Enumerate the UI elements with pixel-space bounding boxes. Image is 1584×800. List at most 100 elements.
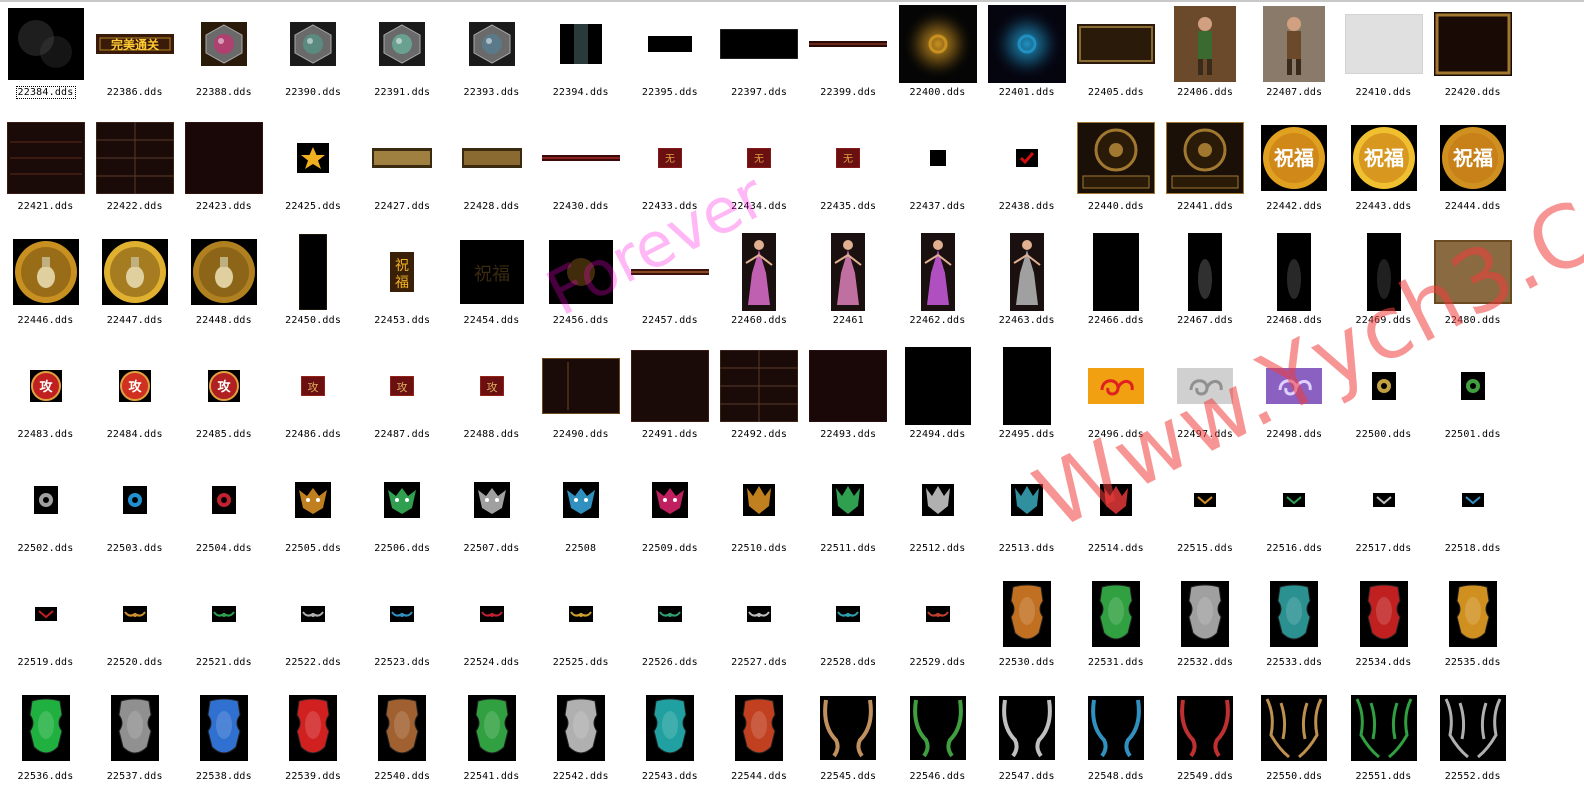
ornate-shield-icon[interactable]	[447, 686, 536, 770]
thumbnail-tile[interactable]: 22456.dds	[536, 230, 625, 344]
thumbnail-tile[interactable]: 22492.dds	[715, 344, 804, 458]
ornate-shield-icon[interactable]	[625, 686, 714, 770]
demon-mask-emblem-icon[interactable]	[358, 458, 447, 542]
purple-swirl-badge-icon[interactable]	[1250, 344, 1339, 428]
thumbnail-tile[interactable]: 22530.dds	[982, 572, 1071, 686]
red-checkmark-icon[interactable]	[982, 116, 1071, 200]
thumbnail-tile[interactable]: 22519.dds	[1, 572, 90, 686]
red-attack-coin-icon[interactable]: 攻	[179, 344, 268, 428]
dark-vertical-panel-icon[interactable]	[1071, 230, 1160, 314]
red-attack-coin-icon[interactable]: 攻	[1, 344, 90, 428]
thumbnail-tile[interactable]: 22501.dds	[1428, 344, 1517, 458]
red-attack-coin-icon[interactable]: 攻	[90, 344, 179, 428]
thumbnail-tile[interactable]: 22480.dds	[1428, 230, 1517, 344]
thumbnail-tile[interactable]: 22428.dds	[447, 116, 536, 230]
small-wing-ornament-icon[interactable]	[893, 572, 982, 656]
spiked-crest-icon[interactable]	[715, 458, 804, 542]
ornate-shield-icon[interactable]	[358, 686, 447, 770]
thumbnail-tile[interactable]: 22525.dds	[536, 572, 625, 686]
thumbnail-tile[interactable]: 22391.dds	[358, 2, 447, 116]
ornate-shield-icon[interactable]	[269, 686, 358, 770]
gold-potion-coin-icon[interactable]	[179, 230, 268, 314]
gold-chinese-title-banner-icon[interactable]: 完美通关	[90, 2, 179, 86]
spiked-crest-icon[interactable]	[804, 458, 893, 542]
thumbnail-tile[interactable]: 祝福 22454.dds	[447, 230, 536, 344]
thumbnail-tile[interactable]: 22505.dds	[269, 458, 358, 572]
thumbnail-tile[interactable]: 攻 22483.dds	[1, 344, 90, 458]
dark-bar-frame-icon[interactable]	[536, 2, 625, 86]
thumbnail-tile[interactable]: 22514.dds	[1071, 458, 1160, 572]
small-wing-ornament-icon[interactable]	[179, 572, 268, 656]
thumbnail-tile[interactable]: 22522.dds	[269, 572, 358, 686]
thumbnail-tile[interactable]: 22462.dds	[893, 230, 982, 344]
demon-mask-emblem-icon[interactable]	[447, 458, 536, 542]
small-chevron-icon[interactable]	[1428, 458, 1517, 542]
dancer-figure-icon[interactable]	[982, 230, 1071, 314]
small-wing-ornament-icon[interactable]	[358, 572, 447, 656]
dancer-figure-icon[interactable]	[804, 230, 893, 314]
thumbnail-tile[interactable]: 祝福 22442.dds	[1250, 116, 1339, 230]
thumbnail-tile[interactable]: 22394.dds	[536, 2, 625, 116]
small-wing-ornament-icon[interactable]	[90, 572, 179, 656]
thumbnail-tile[interactable]: 22438.dds	[982, 116, 1071, 230]
dark-vertical-bar-icon[interactable]	[269, 230, 358, 314]
small-amulet-icon[interactable]	[1428, 344, 1517, 428]
thumbnail-tile[interactable]: 22390.dds	[269, 2, 358, 116]
faint-silhouette-icon[interactable]	[1250, 230, 1339, 314]
thumbnail-tile[interactable]: 22500.dds	[1339, 344, 1428, 458]
thumbnail-tile[interactable]: 22507.dds	[447, 458, 536, 572]
thumbnail-tile[interactable]: 22523.dds	[358, 572, 447, 686]
thumbnail-tile[interactable]: 22406.dds	[1161, 2, 1250, 116]
demon-mask-emblem-icon[interactable]	[625, 458, 714, 542]
red-attack-tag-icon[interactable]: 攻	[447, 344, 536, 428]
red-attack-tag-icon[interactable]: 攻	[269, 344, 358, 428]
thumbnail-tile[interactable]: 22497.dds	[1161, 344, 1250, 458]
thumbnail-tile[interactable]: 22437.dds	[893, 116, 982, 230]
thumbnail-tile[interactable]: 22397.dds	[715, 2, 804, 116]
thumbnail-tile[interactable]: 22547.dds	[982, 686, 1071, 800]
thumbnail-tile[interactable]: 22536.dds	[1, 686, 90, 800]
thumbnail-tile[interactable]: 22539.dds	[269, 686, 358, 800]
black-panel-icon[interactable]	[715, 2, 804, 86]
thumbnail-tile[interactable]: 22468.dds	[1250, 230, 1339, 344]
thumbnail-tile[interactable]: 22450.dds	[269, 230, 358, 344]
thumbnail-tile[interactable]: 22508	[536, 458, 625, 572]
thumbnail-tile[interactable]: 22441.dds	[1161, 116, 1250, 230]
thumbnail-tile[interactable]: 攻 22484.dds	[90, 344, 179, 458]
horn-frame-icon[interactable]	[1071, 686, 1160, 770]
small-chevron-icon[interactable]	[1161, 458, 1250, 542]
thin-bar-icon[interactable]	[625, 230, 714, 314]
gold-blessing-coin-icon[interactable]: 祝福	[1428, 116, 1517, 200]
thumbnail-tile[interactable]: 22495.dds	[982, 344, 1071, 458]
thumbnail-tile[interactable]: 22550.dds	[1250, 686, 1339, 800]
twin-horn-frame-icon[interactable]	[1250, 686, 1339, 770]
thumbnail-tile[interactable]: 22457.dds	[625, 230, 714, 344]
thumbnail-tile[interactable]: 22401.dds	[982, 2, 1071, 116]
gear-frame-panel-icon[interactable]	[1071, 116, 1160, 200]
dark-split-panel-icon[interactable]	[536, 344, 625, 428]
spiked-crest-icon[interactable]	[982, 458, 1071, 542]
parchment-panel-icon[interactable]	[1428, 230, 1517, 314]
dark-panel-icon[interactable]	[804, 344, 893, 428]
small-wing-ornament-icon[interactable]	[715, 572, 804, 656]
ornate-shield-icon[interactable]	[1161, 572, 1250, 656]
thin-line-icon[interactable]	[804, 2, 893, 86]
character-sprite-icon[interactable]	[1161, 2, 1250, 86]
thumbnail-tile[interactable]: 22545.dds	[804, 686, 893, 800]
small-chevron-icon[interactable]	[1, 572, 90, 656]
bronze-bar-icon[interactable]	[358, 116, 447, 200]
small-amulet-icon[interactable]	[1, 458, 90, 542]
thumbnail-tile[interactable]: 22532.dds	[1161, 572, 1250, 686]
silver-gem-emblem-icon[interactable]	[447, 2, 536, 86]
gear-frame-panel-icon[interactable]	[1161, 116, 1250, 200]
thumbnail-tile[interactable]: 22461	[804, 230, 893, 344]
thumbnail-tile[interactable]: 祝福 22444.dds	[1428, 116, 1517, 230]
ornate-shield-icon[interactable]	[536, 686, 625, 770]
dark-panel-icon[interactable]	[179, 116, 268, 200]
ornate-shield-icon[interactable]	[715, 686, 804, 770]
ornate-shield-icon[interactable]	[1071, 572, 1160, 656]
brown-frame-panel-icon[interactable]	[1071, 2, 1160, 86]
thumbnail-tile[interactable]: 无 22435.dds	[804, 116, 893, 230]
thin-line-icon[interactable]	[536, 116, 625, 200]
small-wing-ornament-icon[interactable]	[269, 572, 358, 656]
